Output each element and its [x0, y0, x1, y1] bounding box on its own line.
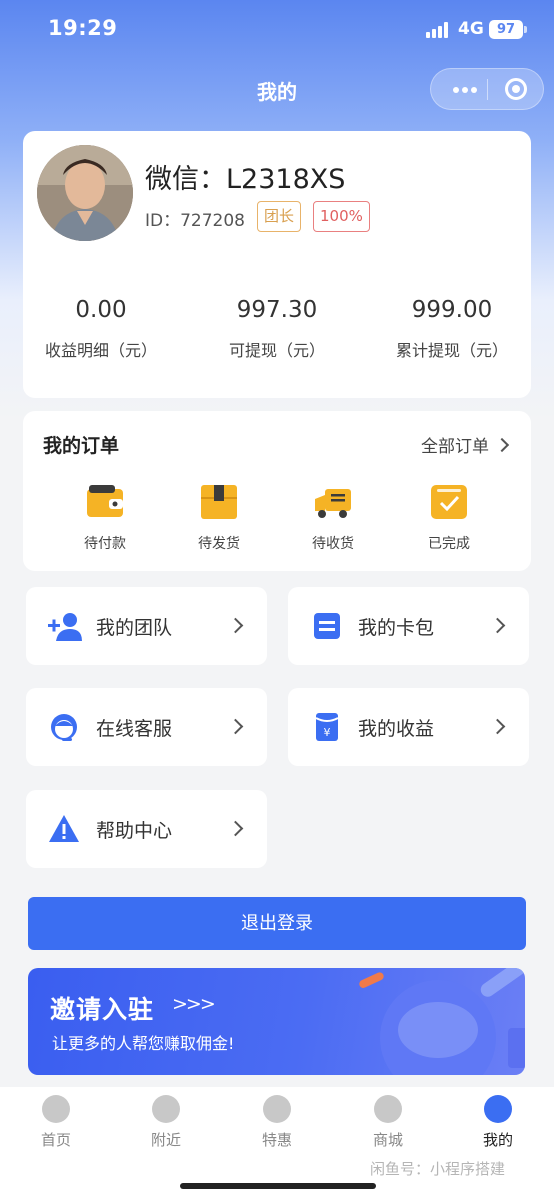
- tab-mine[interactable]: 我的: [458, 1095, 538, 1150]
- stat-label: 收益明细（元）: [44, 341, 157, 360]
- shop-icon: [374, 1095, 402, 1123]
- tile-label: 我的卡包: [358, 617, 435, 639]
- order-label: 已完成: [428, 536, 470, 552]
- home-icon: [42, 1095, 70, 1123]
- watermark: 闲鱼号：小程序搭建: [370, 1160, 506, 1178]
- order-pending-shipment[interactable]: 待发货: [169, 483, 269, 553]
- orders-title: 我的订单: [43, 435, 120, 457]
- invite-title: 邀请入驻: [50, 995, 155, 1024]
- menu-my-earnings[interactable]: ¥ 我的收益: [288, 688, 529, 766]
- stat-label: 可提现（元）: [228, 341, 325, 360]
- more-icon[interactable]: [449, 80, 489, 100]
- money-envelope-icon: ¥: [310, 712, 342, 742]
- chevron-right-icon: [494, 437, 510, 453]
- stat-earnings-detail[interactable]: 0.00 收益明细（元）: [16, 297, 186, 361]
- mini-program-capsule: [430, 68, 544, 110]
- tab-label: 附近: [150, 1131, 181, 1149]
- order-pending-receipt[interactable]: 待收货: [283, 483, 383, 553]
- avatar[interactable]: [37, 145, 133, 241]
- menu-my-team[interactable]: 我的团队: [26, 587, 267, 665]
- tab-home[interactable]: 首页: [16, 1095, 96, 1150]
- box-icon: [199, 483, 239, 521]
- tile-label: 帮助中心: [96, 820, 173, 842]
- stat-label: 累计提现（元）: [395, 341, 508, 360]
- menu-my-cards[interactable]: 我的卡包: [288, 587, 529, 665]
- role-badge: 团长: [257, 201, 302, 232]
- stat-value: 999.00: [411, 297, 493, 323]
- chevron-right-icon: [489, 617, 506, 634]
- order-label: 待收货: [312, 536, 354, 552]
- tab-label: 首页: [40, 1131, 71, 1149]
- signal-icon: [426, 22, 452, 38]
- orders-card: 我的订单 全部订单 待付款 待发货 待收货 已完成: [23, 411, 531, 571]
- invite-banner[interactable]: 邀请入驻 >>> 让更多的人帮您赚取佣金!: [28, 968, 525, 1075]
- stat-value: 0.00: [75, 297, 127, 323]
- menu-online-service[interactable]: 在线客服: [26, 688, 267, 766]
- invite-arrow: >>>: [172, 993, 216, 1015]
- tab-deals[interactable]: 特惠: [237, 1095, 317, 1150]
- chevron-right-icon: [489, 718, 506, 735]
- headset-icon: [48, 712, 80, 742]
- magnifier-illustration: [359, 968, 525, 1075]
- user-id: ID：727208: [145, 211, 245, 231]
- tile-label: 我的团队: [96, 617, 173, 639]
- battery-icon: 97: [489, 20, 523, 39]
- menu-help-center[interactable]: 帮助中心: [26, 790, 267, 868]
- stat-value: 997.30: [236, 297, 318, 323]
- tab-label: 我的: [482, 1131, 513, 1149]
- add-user-icon: [48, 611, 82, 641]
- tab-label: 特惠: [261, 1131, 292, 1149]
- percent-badge: 100%: [313, 201, 370, 232]
- capsule-divider: [487, 79, 488, 100]
- order-label: 待发货: [198, 536, 240, 552]
- warning-icon: [48, 814, 80, 844]
- logout-button[interactable]: 退出登录: [28, 897, 526, 950]
- status-bar: 19:29 4G 97: [0, 0, 554, 60]
- network-type: 4G: [458, 19, 484, 39]
- chevron-right-icon: [227, 617, 244, 634]
- user-name: 微信：L2318XS: [145, 164, 346, 195]
- check-icon: [429, 483, 469, 521]
- truck-icon: [313, 483, 353, 521]
- chevron-right-icon: [227, 718, 244, 735]
- card-icon: [310, 611, 342, 641]
- tab-mall[interactable]: 商城: [348, 1095, 428, 1150]
- wallet-icon: [85, 483, 125, 521]
- all-orders-label: 全部订单: [421, 437, 489, 457]
- award-icon: [263, 1095, 291, 1123]
- tile-label: 在线客服: [96, 718, 173, 740]
- battery-cap: [524, 26, 527, 33]
- all-orders-link[interactable]: 全部订单: [421, 432, 510, 457]
- tile-label: 我的收益: [358, 718, 435, 740]
- stat-total-withdrawn[interactable]: 999.00 累计提现（元）: [367, 297, 537, 361]
- tab-nearby[interactable]: 附近: [126, 1095, 206, 1150]
- status-time: 19:29: [48, 16, 118, 40]
- user-icon: [484, 1095, 512, 1123]
- location-icon: [152, 1095, 180, 1123]
- stat-withdrawable[interactable]: 997.30 可提现（元）: [192, 297, 362, 361]
- order-label: 待付款: [84, 536, 126, 552]
- order-completed[interactable]: 已完成: [399, 483, 499, 553]
- chevron-right-icon: [227, 820, 244, 837]
- profile-card: 微信：L2318XS ID：727208 团长 100% 0.00 收益明细（元…: [23, 131, 531, 398]
- order-pending-payment[interactable]: 待付款: [55, 483, 155, 553]
- close-target-icon[interactable]: [505, 78, 527, 100]
- invite-subtitle: 让更多的人帮您赚取佣金!: [52, 1034, 235, 1053]
- svg-text:¥: ¥: [324, 726, 331, 739]
- tab-label: 商城: [372, 1131, 403, 1149]
- home-indicator: [180, 1183, 376, 1189]
